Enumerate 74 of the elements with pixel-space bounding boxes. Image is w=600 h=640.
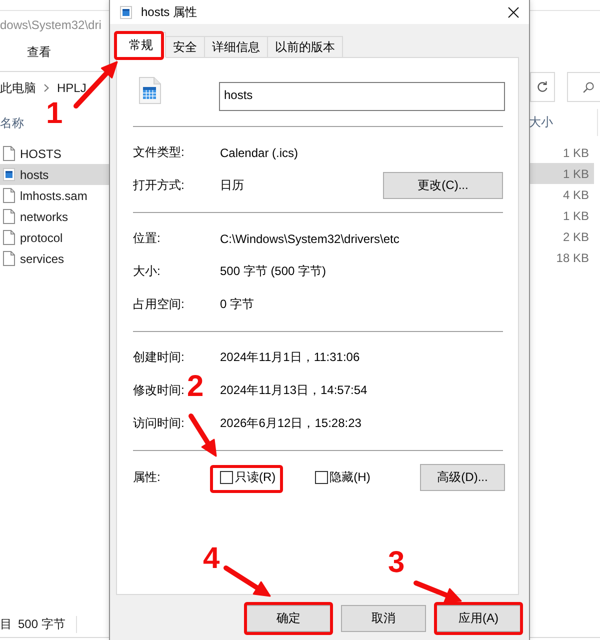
file-row[interactable]: hosts [0, 164, 109, 185]
checkbox-label[interactable]: 只读(R) [235, 469, 276, 486]
search-field[interactable] [567, 72, 600, 102]
advanced-button[interactable]: 高级(D)... [420, 464, 505, 491]
document-icon [3, 230, 15, 245]
refresh-button[interactable] [530, 72, 555, 102]
breadcrumb-item[interactable]: 此电脑 [0, 80, 36, 96]
property-value: 2024年11月13日，14:57:54 [220, 382, 368, 399]
document-icon [3, 188, 15, 203]
property-label: 修改时间: [133, 382, 184, 399]
file-row[interactable]: lmhosts.sam [0, 185, 109, 206]
breadcrumb-item[interactable]: HPLJ [57, 81, 86, 95]
property-value: 500 字节 (500 字节) [220, 263, 326, 280]
status-text: 目 [0, 616, 12, 633]
property-label: 访问时间: [133, 415, 184, 432]
column-header[interactable]: 名称 [0, 115, 24, 132]
tab[interactable]: 以前的版本 [267, 36, 343, 58]
checkbox[interactable] [314, 471, 328, 484]
calendar-file-icon [139, 77, 161, 104]
calendar-file-icon [3, 168, 15, 181]
callout-number: 1 [46, 99, 63, 129]
property-label: 位置: [133, 230, 160, 247]
property-value: 日历 [220, 177, 244, 194]
name-field[interactable]: hosts [219, 82, 505, 111]
property-value: C:\Windows\System32\drivers\etc [220, 232, 400, 246]
chevron-icon [44, 84, 49, 92]
property-label: 占用空间: [133, 296, 184, 313]
refresh-icon [537, 81, 548, 93]
dialog-title: hosts 属性 [141, 4, 198, 20]
dialog-button[interactable]: 取消 [341, 605, 426, 632]
file-size: 2 KB [562, 228, 590, 246]
file-row[interactable]: networks [0, 206, 109, 227]
calendar-file-icon [120, 6, 132, 18]
status-text: 500 字节 [18, 616, 66, 633]
property-value: Calendar (.ics) [220, 146, 298, 160]
column-header[interactable]: 大小 [529, 114, 553, 131]
file-row[interactable]: protocol [0, 227, 109, 248]
property-label: 属性: [133, 469, 160, 486]
file-name: HOSTS [20, 146, 62, 160]
document-icon [3, 209, 15, 224]
property-value: 0 字节 [220, 296, 254, 313]
checkbox[interactable] [220, 471, 233, 484]
file-size: 18 KB [555, 250, 590, 266]
dialog-button[interactable]: 应用(A) [436, 605, 521, 632]
window-title: dows\System32\dri [0, 18, 102, 32]
file-row[interactable]: HOSTS [0, 143, 109, 164]
file-size: 1 KB [562, 144, 590, 162]
file-size: 1 KB [562, 208, 590, 224]
callout-number: 3 [388, 548, 405, 578]
file-name: lmhosts.sam [20, 188, 88, 202]
dialog-button[interactable]: 确定 [246, 605, 331, 632]
property-label: 打开方式: [133, 177, 184, 194]
callout-number: 4 [203, 544, 220, 574]
file-row[interactable]: services [0, 248, 109, 269]
property-label: 创建时间: [133, 349, 184, 366]
callout-number: 2 [187, 372, 204, 402]
document-icon [3, 146, 15, 161]
property-label: 文件类型: [133, 144, 184, 161]
file-name: networks [20, 210, 68, 224]
search-icon [583, 82, 594, 92]
document-icon [3, 251, 15, 266]
close-icon [508, 6, 518, 18]
file-name: services [20, 252, 64, 266]
checkbox-label[interactable]: 隐藏(H) [330, 469, 370, 486]
ribbon-tab[interactable]: 查看 [27, 45, 51, 60]
property-label: 大小: [133, 263, 160, 280]
file-name: hosts [20, 168, 49, 182]
file-size: 1 KB [529, 163, 594, 184]
property-value: 2024年11月1日，11:31:06 [220, 349, 360, 366]
file-name: protocol [20, 230, 63, 244]
change-button[interactable]: 更改(C)... [383, 172, 503, 199]
close-button[interactable] [507, 6, 519, 18]
file-size: 4 KB [562, 186, 590, 204]
property-value: 2026年6月12日，15:28:23 [220, 415, 362, 432]
